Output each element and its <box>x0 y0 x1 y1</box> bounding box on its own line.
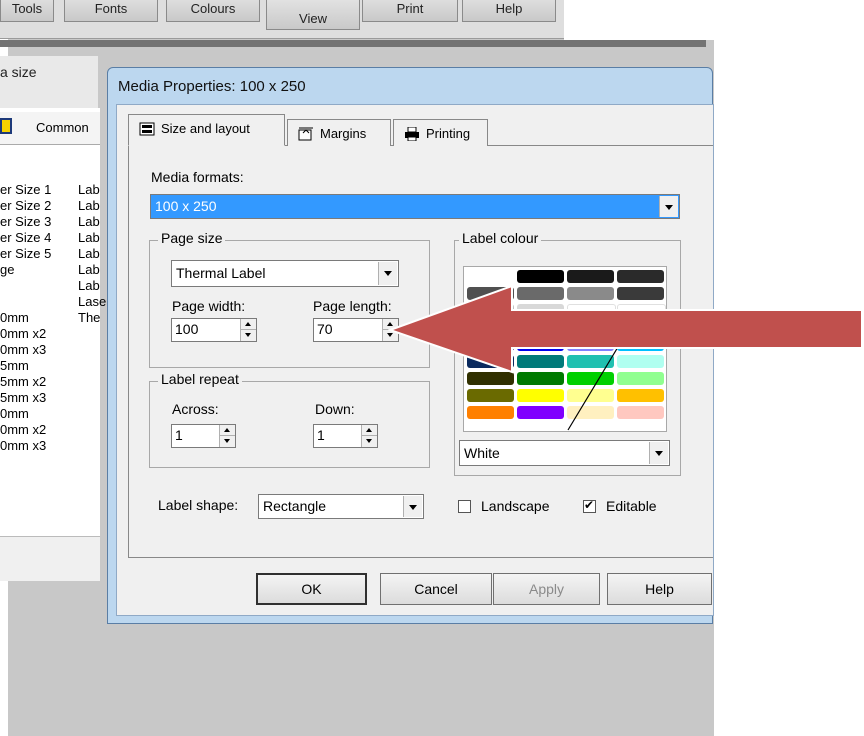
list-item[interactable]: Lab <box>78 182 100 197</box>
list-item[interactable]: er Size 2 <box>0 198 51 213</box>
spin-buttons <box>219 425 235 447</box>
tab-label: Size and layout <box>161 121 250 136</box>
list-item[interactable]: Lab <box>78 262 100 277</box>
list-item[interactable]: ge <box>0 262 14 277</box>
background-panel-title: a size <box>0 64 37 80</box>
across-value: 1 <box>175 427 183 443</box>
spin-buttons <box>361 425 377 447</box>
spin-down-icon[interactable] <box>241 330 256 341</box>
spin-down-icon[interactable] <box>220 436 235 447</box>
tab-margins[interactable]: Margins <box>287 119 391 146</box>
list-item[interactable]: 5mm x2 <box>0 374 46 389</box>
page-type-value: Thermal Label <box>176 265 266 281</box>
media-formats-label: Media formats: <box>151 169 244 185</box>
across-label: Across: <box>172 401 219 417</box>
printer-icon <box>405 127 419 141</box>
common-folder-icon <box>0 118 12 134</box>
label-shape-dropdown[interactable]: Rectangle <box>258 494 424 519</box>
list-item[interactable]: er Size 1 <box>0 182 51 197</box>
page-length-spinner[interactable]: 70 <box>313 318 399 342</box>
down-spinner[interactable]: 1 <box>313 424 378 448</box>
toolbar-button-colours[interactable]: Colours <box>166 0 260 22</box>
label-colour-group-title: Label colour <box>459 230 542 246</box>
page-width-spinner[interactable]: 100 <box>171 318 257 342</box>
label-colour-dropdown[interactable]: White <box>459 440 670 466</box>
down-label: Down: <box>315 401 355 417</box>
label-shape-value: Rectangle <box>263 498 327 514</box>
spin-buttons <box>240 319 256 341</box>
editable-label: Editable <box>606 498 657 514</box>
list-item[interactable]: 0mm <box>0 406 29 421</box>
page-width-label: Page width: <box>172 298 246 314</box>
chevron-down-icon[interactable] <box>378 262 397 285</box>
list-item[interactable]: Lab <box>78 278 100 293</box>
page-size-group-title: Page size <box>158 230 226 246</box>
toolbar-button-help[interactable]: Help <box>462 0 556 22</box>
toolbar-button-tools[interactable]: Tools <box>0 0 54 22</box>
list-item[interactable]: er Size 3 <box>0 214 51 229</box>
spin-up-icon[interactable] <box>220 425 235 436</box>
down-value: 1 <box>317 427 325 443</box>
tab-label: Printing <box>426 126 471 141</box>
list-item[interactable]: Lab <box>78 246 100 261</box>
list-item[interactable]: 0mm x3 <box>0 438 46 453</box>
list-item[interactable]: 5mm x3 <box>0 390 46 405</box>
label-repeat-group-title: Label repeat <box>158 371 242 387</box>
tab-label: Margins <box>320 126 367 141</box>
list-item[interactable]: 0mm x2 <box>0 422 46 437</box>
landscape-checkbox[interactable] <box>458 500 471 513</box>
dialog-title: Media Properties: 100 x 250 <box>118 78 306 95</box>
list-item[interactable]: Lab <box>78 214 100 229</box>
list-item[interactable]: 5mm <box>0 358 29 373</box>
list-item[interactable]: er Size 5 <box>0 246 51 261</box>
list-item[interactable]: Lab <box>78 198 100 213</box>
across-spinner[interactable]: 1 <box>171 424 236 448</box>
list-item[interactable]: Lase <box>78 294 106 309</box>
chevron-down-icon[interactable] <box>659 196 678 217</box>
spin-down-icon[interactable] <box>362 436 377 447</box>
label-shape-label: Label shape: <box>158 497 239 513</box>
layout-icon <box>139 122 155 136</box>
chevron-down-icon[interactable] <box>649 442 668 464</box>
list-item[interactable]: er Size 4 <box>0 230 51 245</box>
tab-size-and-layout[interactable]: Size and layout <box>128 114 285 146</box>
editable-checkbox[interactable] <box>583 498 596 513</box>
list-item[interactable]: Lab <box>78 230 100 245</box>
media-formats-dropdown[interactable]: 100 x 250 <box>150 194 680 219</box>
toolbar-button-fonts[interactable]: Fonts <box>64 0 158 22</box>
page-length-value: 70 <box>317 321 333 337</box>
cancel-button[interactable]: Cancel <box>380 573 492 605</box>
background-tab-label: Common <box>36 120 89 135</box>
help-button[interactable]: Help <box>607 573 712 605</box>
media-formats-value: 100 x 250 <box>155 198 217 214</box>
toolbar-button-view[interactable]: View <box>266 0 360 30</box>
list-item[interactable]: The <box>78 310 100 325</box>
label-colour-value: White <box>464 445 500 461</box>
red-arrow-annotation <box>388 284 863 374</box>
toolbar-button-print[interactable]: Print <box>362 0 458 22</box>
landscape-label: Landscape <box>481 498 550 514</box>
page-width-value: 100 <box>175 321 199 337</box>
list-item[interactable]: 0mm x3 <box>0 342 46 357</box>
divider <box>0 40 706 47</box>
spin-up-icon[interactable] <box>241 319 256 330</box>
background-panel-footer <box>0 536 100 581</box>
list-item[interactable]: 0mm x2 <box>0 326 46 341</box>
ok-button[interactable]: OK <box>256 573 367 605</box>
page-length-label: Page length: <box>313 298 392 314</box>
list-item[interactable]: 0mm <box>0 310 29 325</box>
margins-icon <box>298 127 313 141</box>
toolbar-gap <box>564 0 714 40</box>
page-type-dropdown[interactable]: Thermal Label <box>171 260 399 287</box>
tab-printing[interactable]: Printing <box>393 119 488 146</box>
chevron-down-icon[interactable] <box>403 496 422 517</box>
apply-button[interactable]: Apply <box>493 573 600 605</box>
spin-up-icon[interactable] <box>362 425 377 436</box>
background-area <box>8 624 714 736</box>
